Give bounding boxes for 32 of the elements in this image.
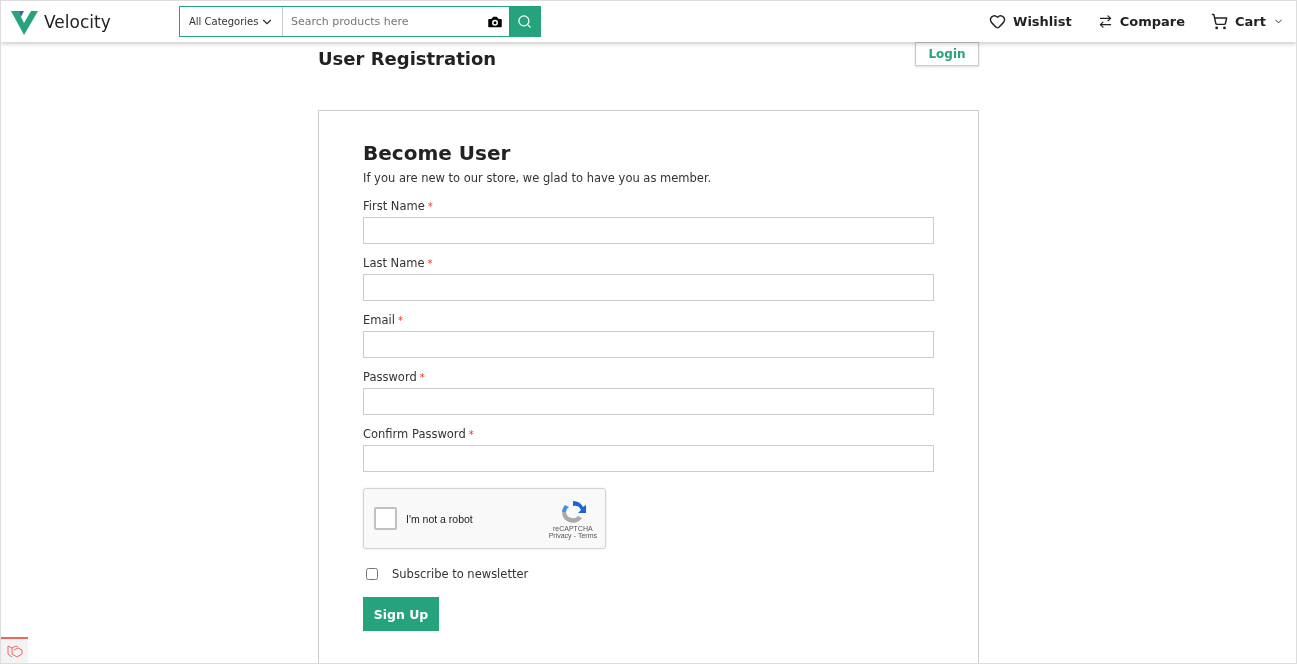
arrows-icon <box>1097 14 1113 29</box>
required-mark: * <box>427 201 433 212</box>
captcha-label: I'm not a robot <box>406 512 474 525</box>
required-mark: * <box>427 258 433 269</box>
recaptcha-icon <box>559 498 586 525</box>
field-label: Confirm Password * <box>363 427 475 441</box>
brand-name: Velocity <box>44 11 111 32</box>
nav-link[interactable]: Compare <box>1097 14 1186 29</box>
field-label: Last Name * <box>363 256 434 270</box>
nav-link[interactable]: Cart <box>1211 13 1284 30</box>
form-heading: Become User <box>363 141 512 165</box>
field-label: Email * <box>363 313 404 327</box>
captcha-checkbox[interactable] <box>374 507 397 530</box>
field-label: Password * <box>363 370 426 384</box>
cart-icon <box>1211 13 1229 30</box>
input-field[interactable] <box>363 274 934 301</box>
field-label: First Name * <box>363 199 434 213</box>
logo-icon <box>11 8 38 35</box>
form-intro: If you are new to our store, we glad to have you as member. <box>363 171 713 185</box>
required-mark: * <box>397 315 403 326</box>
heart-icon <box>989 13 1007 30</box>
debug-bar-icon <box>6 643 23 659</box>
input-field[interactable] <box>363 217 934 244</box>
nav-link[interactable]: Wishlist <box>989 13 1072 30</box>
required-mark: * <box>468 429 474 440</box>
input-field[interactable] <box>363 388 934 415</box>
input-field[interactable] <box>363 331 934 358</box>
required-mark: * <box>419 372 425 383</box>
input-field[interactable] <box>363 445 934 472</box>
newsletter-checkbox[interactable] <box>366 568 378 580</box>
page-title: User Registration <box>318 48 497 69</box>
newsletter-label: Subscribe to newsletter <box>392 567 529 581</box>
